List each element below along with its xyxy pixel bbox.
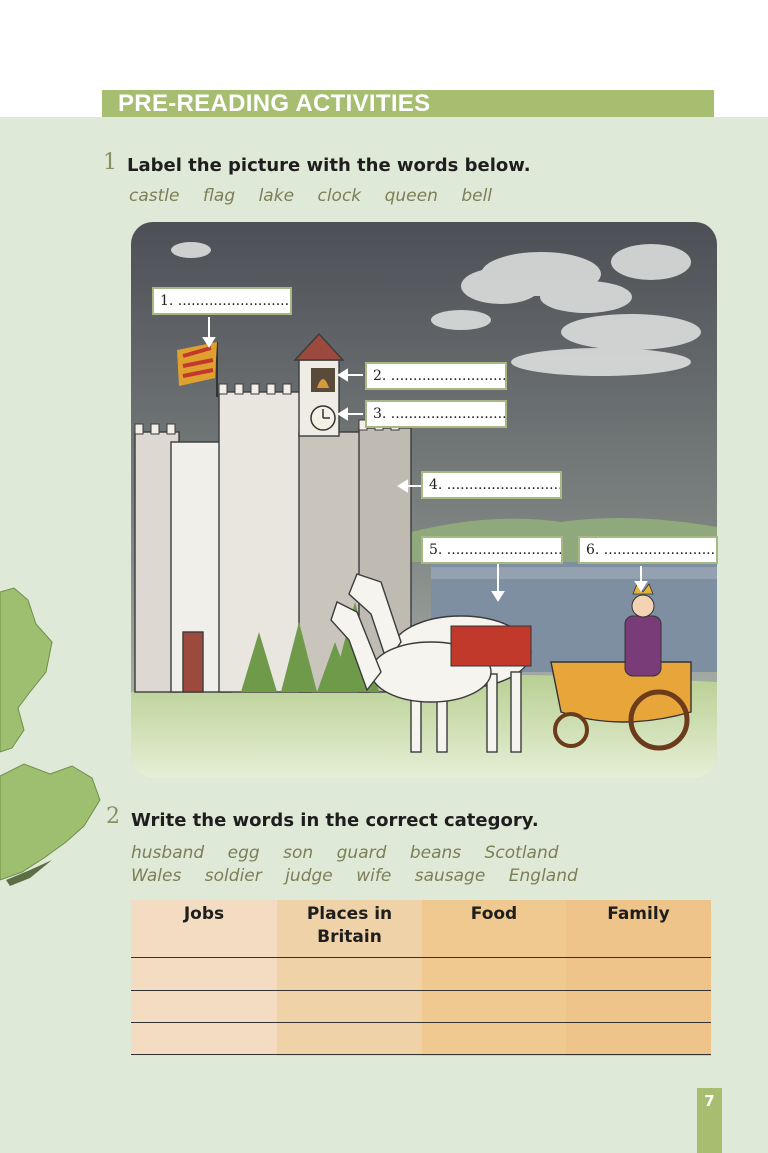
- exercise-1-instruction: Label the picture with the words below.: [127, 155, 531, 176]
- label-slot-2[interactable]: 2. ...........................: [365, 362, 507, 390]
- word-bank-item: clock: [317, 186, 362, 206]
- word-bank-item: lake: [258, 186, 295, 206]
- word-bank-1: castle flag lake clock queen bell: [129, 186, 511, 206]
- table-row-line: [131, 1054, 711, 1055]
- word-bank-item: flag: [202, 186, 236, 206]
- header-jobs: Jobs: [183, 904, 225, 924]
- header-food: Food: [470, 904, 518, 924]
- label-slot-3[interactable]: 3. ...........................: [365, 400, 507, 428]
- word-bank-item: Wales: [131, 866, 182, 886]
- table-row-line: [131, 1022, 711, 1023]
- table-row-line: [131, 990, 711, 991]
- word-bank-item: beans: [409, 843, 462, 863]
- word-bank-item: soldier: [204, 866, 262, 886]
- table-row-line: [131, 957, 711, 958]
- word-bank-item: guard: [336, 843, 387, 863]
- exercise-1-number: 1: [103, 150, 117, 175]
- label-slot-5[interactable]: 5. ...........................: [421, 536, 563, 564]
- britain-map-illustration: [0, 587, 101, 886]
- word-bank-item: egg: [227, 843, 260, 863]
- word-bank-item: bell: [461, 186, 493, 206]
- exercise-2-number: 2: [106, 804, 120, 829]
- word-bank-2-row-1: husband egg son guard beans Scotland: [131, 843, 578, 863]
- word-bank-item: Scotland: [484, 843, 559, 863]
- word-bank-item: castle: [129, 186, 180, 206]
- exercise-2-instruction: Write the words in the correct category.: [131, 810, 539, 831]
- header-family: Family: [607, 904, 670, 924]
- word-bank-item: wife: [356, 866, 392, 886]
- word-bank-item: husband: [131, 843, 205, 863]
- word-bank-2-row-2: Wales soldier judge wife sausage England: [131, 866, 597, 886]
- word-bank-item: son: [283, 843, 314, 863]
- page-number: 7: [704, 1092, 715, 1110]
- label-slot-4[interactable]: 4. ...........................: [421, 471, 562, 499]
- section-title: PRE-READING ACTIVITIES: [118, 90, 431, 117]
- word-bank-item: sausage: [414, 866, 486, 886]
- word-bank-item: England: [508, 866, 578, 886]
- word-bank-item: queen: [384, 186, 438, 206]
- label-slot-1[interactable]: 1. ...........................: [152, 287, 292, 315]
- label-slot-6[interactable]: 6. ...........................: [578, 536, 718, 564]
- word-bank-item: judge: [285, 866, 333, 886]
- header-places-in-britain: Places in Britain: [306, 904, 393, 947]
- category-table: Jobs Places in Britain Food Family: [131, 900, 711, 1056]
